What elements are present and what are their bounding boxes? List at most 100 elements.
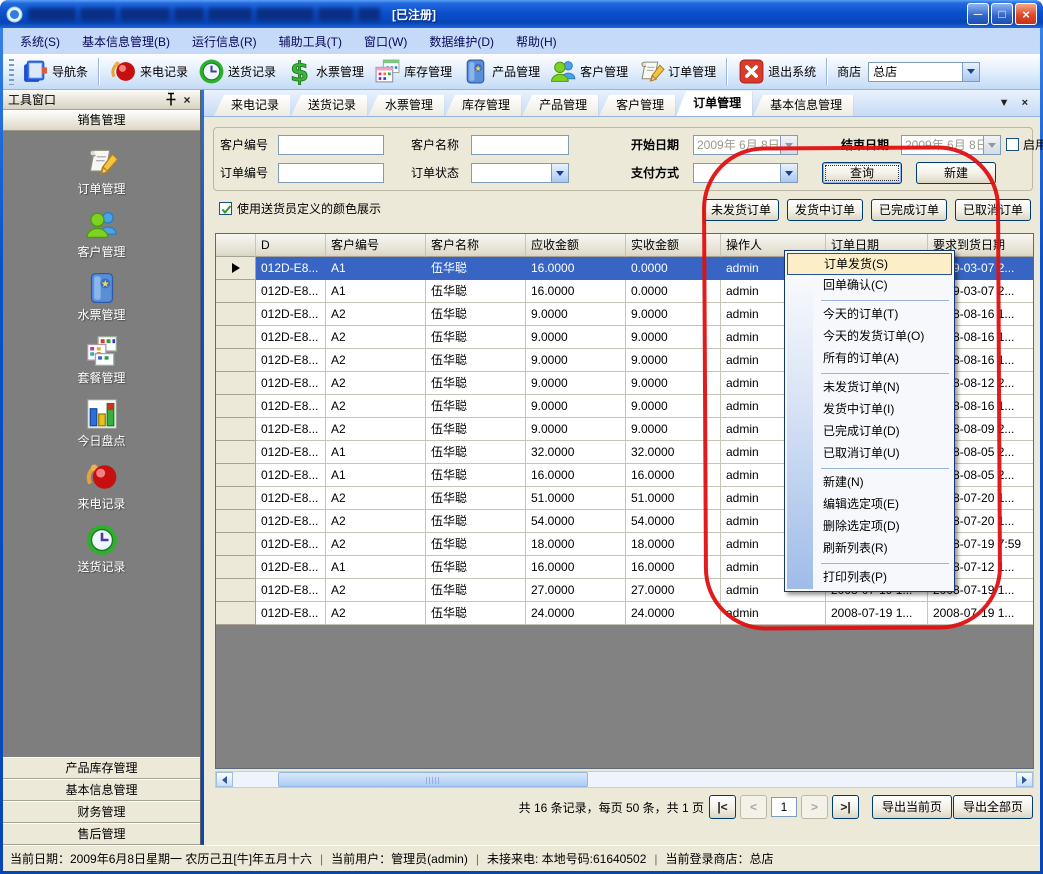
toolbar-button-nav-bar[interactable]: 导航条 (17, 56, 93, 87)
row-selector[interactable] (216, 280, 256, 303)
row-selector[interactable] (216, 602, 256, 625)
order-status-filter-button-3[interactable]: 已取消订单 (955, 199, 1031, 221)
menu-item-3[interactable]: 辅助工具(T) (268, 29, 353, 54)
start-date-picker[interactable]: 2009年 6月 8日 (693, 135, 798, 155)
tab-2[interactable]: 水票管理 (368, 95, 444, 116)
sidebar-item-order-management[interactable]: 订单管理 (3, 145, 200, 208)
tab-3[interactable]: 库存管理 (445, 95, 521, 116)
scroll-left-icon[interactable] (216, 772, 233, 787)
shop-combo[interactable]: 总店 (868, 62, 980, 82)
sidebar-item-package-management[interactable]: 套餐管理 (3, 334, 200, 397)
menu-item-5[interactable]: 数据维护(D) (418, 29, 505, 54)
context-menu-item-shipping-orders[interactable]: 发货中订单(I) (787, 399, 952, 421)
tab-5[interactable]: 客户管理 (599, 95, 675, 116)
row-selector[interactable] (216, 579, 256, 602)
customer-no-input[interactable] (278, 135, 384, 155)
tab-6[interactable]: 订单管理 (676, 91, 752, 116)
toolbar-button-orders[interactable]: 订单管理 (633, 56, 721, 87)
tab-1[interactable]: 送货记录 (291, 95, 367, 116)
context-menu-item-unshipped-orders[interactable]: 未发货订单(N) (787, 377, 952, 399)
row-selector[interactable] (216, 326, 256, 349)
sidebar-item-delivery-records[interactable]: 送货记录 (3, 523, 200, 586)
tab-7[interactable]: 基本信息管理 (753, 95, 853, 116)
pin-icon[interactable] (163, 92, 179, 107)
sidebar-close-icon[interactable]: × (179, 92, 195, 107)
toolbar-button-delivery-records[interactable]: 送货记录 (193, 56, 281, 87)
tab-4[interactable]: 产品管理 (522, 95, 598, 116)
row-selector[interactable] (216, 464, 256, 487)
column-header-4[interactable]: 实收金额 (626, 234, 721, 257)
row-selector[interactable] (216, 257, 256, 280)
sidebar-item-incoming-call-records[interactable]: 来电记录 (3, 460, 200, 523)
context-menu-item-cancelled-orders[interactable]: 已取消订单(U) (787, 443, 952, 465)
customer-name-input[interactable] (471, 135, 569, 155)
context-menu-item-today-shipping-orders[interactable]: 今天的发货订单(O) (787, 326, 952, 348)
sidebar-section-1[interactable]: 基本信息管理 (3, 779, 200, 801)
last-page-button[interactable]: >| (832, 795, 859, 819)
order-status-combo[interactable] (471, 163, 569, 183)
shop-dropdown-icon[interactable] (962, 63, 979, 81)
maximize-button[interactable]: □ (991, 3, 1013, 25)
row-selector[interactable] (216, 418, 256, 441)
export-current-page-button[interactable]: 导出当前页 (872, 795, 952, 819)
end-date-picker[interactable]: 2009年 6月 8日 (901, 135, 1001, 155)
context-menu-item-all-orders[interactable]: 所有的订单(A) (787, 348, 952, 370)
tab-0[interactable]: 来电记录 (214, 95, 290, 116)
scroll-right-icon[interactable] (1016, 772, 1033, 787)
menu-item-0[interactable]: 系统(S) (9, 29, 71, 54)
context-menu-item-edit-selected[interactable]: 编辑选定项(E) (787, 494, 952, 516)
scrollbar-track[interactable] (233, 772, 1016, 787)
row-selector[interactable] (216, 487, 256, 510)
sidebar-item-today-inventory[interactable]: 今日盘点 (3, 397, 200, 460)
enable-checkbox[interactable] (1006, 138, 1019, 151)
row-selector[interactable] (216, 349, 256, 372)
sidebar-section-0[interactable]: 产品库存管理 (3, 757, 200, 779)
toolbar-button-incoming-calls[interactable]: 来电记录 (105, 56, 193, 87)
context-menu-item-completed-orders[interactable]: 已完成订单(D) (787, 421, 952, 443)
menu-item-2[interactable]: 运行信息(R) (181, 29, 268, 54)
order-status-dropdown-icon[interactable] (551, 164, 568, 182)
context-menu-item-refresh-list[interactable]: 刷新列表(R) (787, 538, 952, 560)
scrollbar-thumb[interactable] (278, 772, 588, 787)
row-selector[interactable] (216, 533, 256, 556)
context-menu-item-print-list[interactable]: 打印列表(P) (787, 567, 952, 589)
sidebar-item-water-ticket-management[interactable]: ★水票管理 (3, 271, 200, 334)
sidebar-section-3[interactable]: 售后管理 (3, 823, 200, 845)
context-menu-item-today-orders[interactable]: 今天的订单(T) (787, 304, 952, 326)
sidebar-item-customer-management[interactable]: 客户管理 (3, 208, 200, 271)
sidebar-section-2[interactable]: 财务管理 (3, 801, 200, 823)
row-selector[interactable] (216, 395, 256, 418)
row-selector[interactable] (216, 441, 256, 464)
tab-close-icon[interactable]: × (1022, 97, 1028, 109)
order-no-input[interactable] (278, 163, 384, 183)
column-header-2[interactable]: 客户名称 (426, 234, 526, 257)
next-page-button[interactable]: > (801, 795, 828, 819)
menu-item-6[interactable]: 帮助(H) (505, 29, 568, 54)
toolbar-button-customers[interactable]: 客户管理 (545, 56, 633, 87)
horizontal-scrollbar[interactable] (215, 771, 1034, 788)
row-selector[interactable] (216, 556, 256, 579)
toolbar-button-water-ticket[interactable]: $水票管理 (281, 56, 369, 87)
row-selector[interactable] (216, 372, 256, 395)
column-header-0[interactable]: D (256, 234, 326, 257)
order-status-filter-button-1[interactable]: 发货中订单 (787, 199, 863, 221)
tab-dropdown-icon[interactable]: ▼ (999, 97, 1010, 109)
menu-item-1[interactable]: 基本信息管理(B) (71, 29, 181, 54)
menu-item-4[interactable]: 窗口(W) (353, 29, 418, 54)
query-button[interactable]: 查询 (822, 162, 902, 184)
context-menu-item-ship-order[interactable]: 订单发货(S) (787, 253, 952, 275)
order-status-filter-button-2[interactable]: 已完成订单 (871, 199, 947, 221)
end-date-dropdown-icon[interactable] (983, 136, 1000, 154)
minimize-button[interactable]: ─ (967, 3, 989, 25)
export-all-pages-button[interactable]: 导出全部页 (953, 795, 1033, 819)
color-display-checkbox[interactable] (219, 202, 232, 215)
toolbar-drag-handle[interactable] (9, 59, 14, 85)
payment-dropdown-icon[interactable] (780, 164, 797, 182)
table-row[interactable]: 012D-E8...A2伍华聪24.000024.0000admin2008-0… (216, 602, 1033, 625)
new-button[interactable]: 新建 (916, 162, 996, 184)
prev-page-button[interactable]: < (740, 795, 767, 819)
column-header-3[interactable]: 应收金额 (526, 234, 626, 257)
order-status-filter-button-0[interactable]: 未发货订单 (703, 199, 779, 221)
context-menu-item-delete-selected[interactable]: 删除选定项(D) (787, 516, 952, 538)
page-number-input[interactable]: 1 (771, 797, 797, 817)
